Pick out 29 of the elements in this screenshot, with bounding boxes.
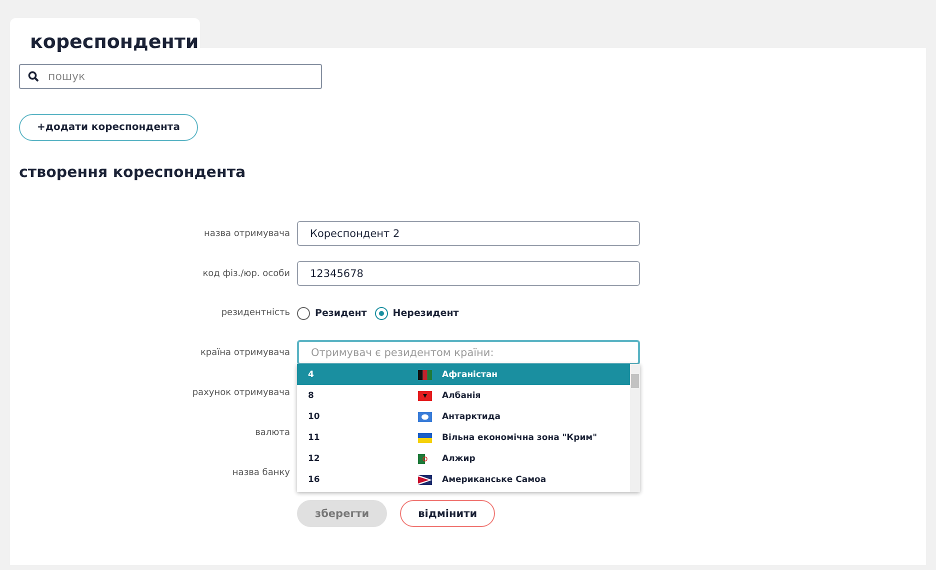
country-option[interactable]: 11 Вільна економічна зона "Крим" [297,427,630,448]
flag-icon [418,370,432,380]
country-option[interactable]: 4 Афганістан [297,364,630,385]
scrollbar[interactable] [630,364,640,492]
field-label: назва отримувача [203,228,290,238]
input-field[interactable]: Кореспондент 2 [297,221,640,246]
flag-icon [418,432,432,442]
cancel-button[interactable]: відмінити [400,500,496,527]
country-select-field[interactable]: Отримувач є резидентом країни: [297,340,640,365]
flag-icon [418,474,432,484]
page-title: кореспонденти [30,31,199,53]
country-option[interactable]: 16 Американське Самоа [297,469,630,490]
input-field[interactable]: 12345678 [297,261,640,286]
radio-option[interactable]: Нерезидент [374,306,459,320]
flag-icon [418,412,432,422]
country-option[interactable]: 10 Антарктида [297,406,630,427]
country-option[interactable]: 12 Алжир [297,448,630,469]
search-field[interactable]: пошук [19,64,322,89]
radio-option[interactable]: Резидент [297,306,367,320]
field-label: назва банку [231,468,290,478]
field-label: рахунок отримувача [191,388,290,398]
section-title: створення кореспондента [19,163,247,181]
flag-icon [418,390,432,400]
country-option[interactable]: 8 Албанія [297,385,630,406]
field-label: код фіз./юр. особи [202,268,290,278]
add-correspondent-button[interactable]: +додати кореспондента [19,114,198,141]
field-label: країна отримувача [199,348,290,358]
field-label: резидентність [220,308,290,318]
field-label: валюта [254,428,290,438]
